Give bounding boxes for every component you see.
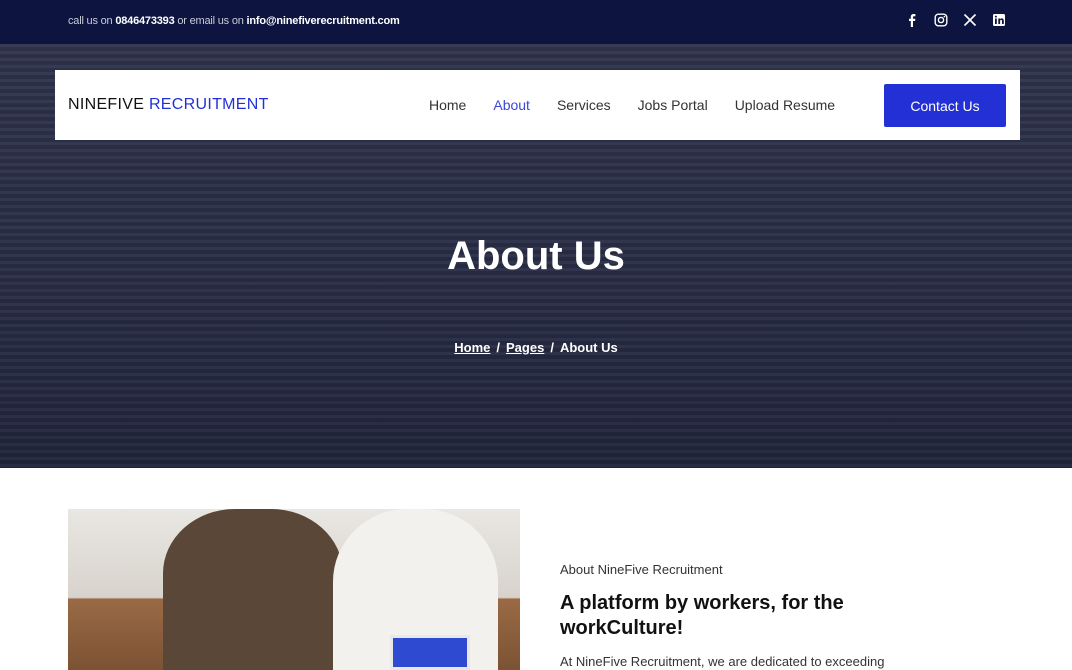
contact-us-button[interactable]: Contact Us (884, 84, 1006, 127)
nav-item-jobs-portal[interactable]: Jobs Portal (638, 97, 708, 113)
logo-text-recruitment: RECRUITMENT (148, 96, 269, 113)
about-kicker: About NineFive Recruitment (560, 562, 723, 577)
contact-prefix: call us on (68, 15, 116, 27)
linkedin-icon[interactable] (992, 13, 1006, 27)
x-icon[interactable] (963, 13, 977, 27)
about-paragraph: At NineFive Recruitment, we are dedicate… (560, 654, 885, 669)
logo-text-ninefive: NINEFIVE (68, 96, 149, 113)
breadcrumb-current: About Us (559, 340, 618, 355)
top-bar: call us on 0846473393 or email us on inf… (0, 0, 1072, 44)
breadcrumb-home[interactable]: Home (454, 340, 490, 355)
main-navbar: NINEFIVE RECRUITMENT Home About Services… (55, 70, 1020, 140)
about-image (68, 509, 520, 670)
nav-item-about[interactable]: About (493, 97, 530, 113)
nav-menu: Home About Services Jobs Portal Upload R… (429, 97, 835, 113)
phone-link[interactable]: 0846473393 (115, 15, 174, 27)
breadcrumb: Home / Pages / About Us (0, 340, 1072, 355)
contact-mid: or email us on (174, 15, 247, 27)
nav-item-services[interactable]: Services (557, 97, 611, 113)
person-left-shape (163, 509, 343, 670)
email-link[interactable]: info@ninefiverecruitment.com (247, 15, 400, 27)
social-links (905, 13, 1006, 27)
breadcrumb-separator: / (496, 340, 501, 355)
contact-info: call us on 0846473393 or email us on inf… (68, 15, 400, 27)
tablet-shape (390, 635, 470, 670)
breadcrumb-pages[interactable]: Pages (506, 340, 544, 355)
page-title: About Us (447, 234, 625, 278)
facebook-icon[interactable] (905, 13, 919, 27)
instagram-icon[interactable] (934, 13, 948, 27)
nav-item-home[interactable]: Home (429, 97, 466, 113)
site-logo[interactable]: NINEFIVE RECRUITMENT (68, 96, 269, 114)
breadcrumb-separator: / (550, 340, 554, 355)
nav-item-upload-resume[interactable]: Upload Resume (735, 97, 835, 113)
about-heading: A platform by workers, for the workCultu… (560, 592, 844, 639)
